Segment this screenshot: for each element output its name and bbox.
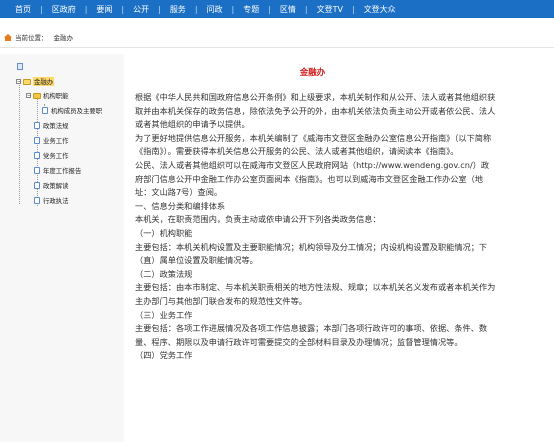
article-body: 根据《中华人民共和国政府信息公开条例》和上级要求，本机关制作和从公开、法人或者其… (135, 91, 497, 363)
tree-item-party-affairs[interactable]: 党务工作 (34, 151, 69, 160)
document-icon (34, 122, 40, 129)
document-icon (34, 167, 40, 174)
tree-item-members[interactable]: 机构成员及主要职 (42, 106, 102, 115)
folder-icon (33, 92, 41, 99)
collapse-icon[interactable]: − (16, 79, 21, 85)
tree-item-label: 业务工作 (43, 137, 69, 145)
tree-branch-line (19, 82, 20, 204)
document-icon (34, 197, 40, 204)
article-paragraph: （四）党务工作 (135, 350, 193, 361)
tree-item-policies[interactable]: 政策法规 (34, 121, 69, 130)
breadcrumb: 当前位置： 金融办 (4, 32, 73, 42)
home-icon (4, 33, 12, 41)
nav-item-district-government[interactable]: 区政府 (43, 4, 85, 15)
top-navigation-bar: 首页 | 区政府 | 要闻 | 公开 | 服务 | 问政 | 专题 | 区情 |… (0, 0, 554, 18)
nav-item-news[interactable]: 要闻 (87, 4, 121, 15)
tree-item-label: 机构成员及主要职 (51, 107, 103, 115)
document-icon (42, 107, 48, 114)
article-paragraph: 为了更好地提供信息公开服务，本机关编制了《威海市文登区金融办公室信息公开指南》（… (135, 132, 492, 157)
sidebar-tree: − 金融办 − 机构职能 机构成员及主要职 政策法规 业务工作 党务工作 年度工… (0, 54, 124, 442)
tree-document-icon (17, 63, 23, 70)
nav-separator: | (158, 4, 161, 14)
article-paragraph: 主要包括：本机关机构设置及主要职能情况；机构领导及分工情况；内设机构设置及职能情… (135, 241, 488, 266)
article-content: 金融办 根据《中华人民共和国政府信息公开条例》和上级要求，本机关制作和从公开、法… (135, 54, 554, 442)
nav-item-topics[interactable]: 专题 (234, 4, 268, 15)
nav-item-home[interactable]: 首页 (6, 4, 40, 15)
tree-item-business[interactable]: 业务工作 (34, 136, 69, 145)
document-icon (34, 152, 40, 159)
nav-separator: | (231, 4, 235, 14)
breadcrumb-prefix: 当前位置： (15, 34, 48, 42)
tree-item-law-enforcement[interactable]: 行政执法 (34, 196, 69, 205)
tree-root-label: 金融办 (33, 77, 55, 86)
article-paragraph: 根据《中华人民共和国政府信息公开条例》和上级要求，本机关制作和从公开、法人或者其… (135, 92, 496, 130)
nav-separator: | (40, 4, 43, 14)
tree-item-label: 行政执法 (43, 197, 69, 205)
tree-item-label: 政策解读 (43, 182, 69, 190)
nav-item-district-info[interactable]: 区情 (271, 4, 305, 15)
article-paragraph: （一）机构职能 (135, 227, 193, 238)
document-icon (34, 137, 40, 144)
article-paragraph: （三）业务工作 (135, 309, 193, 320)
nav-separator: | (268, 4, 271, 14)
tree-item-label: 年度工作报告 (43, 167, 82, 175)
tree-item-label: 党务工作 (43, 152, 69, 160)
article-title: 金融办 (299, 68, 326, 78)
nav-item-inquiry[interactable]: 问政 (198, 4, 232, 15)
nav-item-wendeng-public[interactable]: 文登大众 (355, 4, 405, 15)
folder-open-icon (23, 78, 31, 85)
tree-item-annual-report[interactable]: 年度工作报告 (34, 166, 81, 175)
document-icon (34, 182, 40, 189)
header-divider (0, 47, 554, 48)
nav-separator: | (121, 4, 125, 14)
tree-root-node[interactable]: − 金融办 (16, 77, 55, 86)
article-paragraph: 本机关，在职责范围内，负责主动或依申请公开下列各类政务信息： (135, 214, 381, 225)
nav-separator: | (351, 4, 355, 14)
article-paragraph: 公民、法人或者其他组织可以在威海市文登区人民政府网站（http://www.we… (135, 159, 490, 198)
article-paragraph: 一、信息分类和编排体系 (135, 200, 226, 211)
tree-item-institution-functions[interactable]: − 机构职能 (26, 91, 69, 100)
nav-separator: | (304, 4, 308, 14)
article-paragraph: 主要包括：由本市制定、与本机关职责相关的地方性法规、规章；以本机关名义发布或者本… (135, 282, 496, 306)
breadcrumb-current[interactable]: 金融办 (54, 32, 74, 42)
nav-item-disclosure[interactable]: 公开 (124, 4, 158, 15)
article-paragraph: 主要包括：各项工作进展情况及各项工作信息披露；本部门各项行政许可的事项、依据、条… (135, 323, 488, 347)
nav-item-services[interactable]: 服务 (161, 4, 195, 15)
nav-item-wendeng-tv[interactable]: 文登TV (308, 4, 352, 15)
tree-item-policy-interpretation[interactable]: 政策解读 (34, 181, 69, 190)
tree-item-label: 机构职能 (43, 92, 69, 100)
article-paragraph: （二）政策法规 (135, 268, 193, 279)
nav-separator: | (84, 4, 88, 14)
nav-separator: | (194, 4, 198, 14)
tree-item-label: 政策法规 (43, 122, 69, 130)
collapse-icon[interactable]: − (26, 93, 31, 99)
